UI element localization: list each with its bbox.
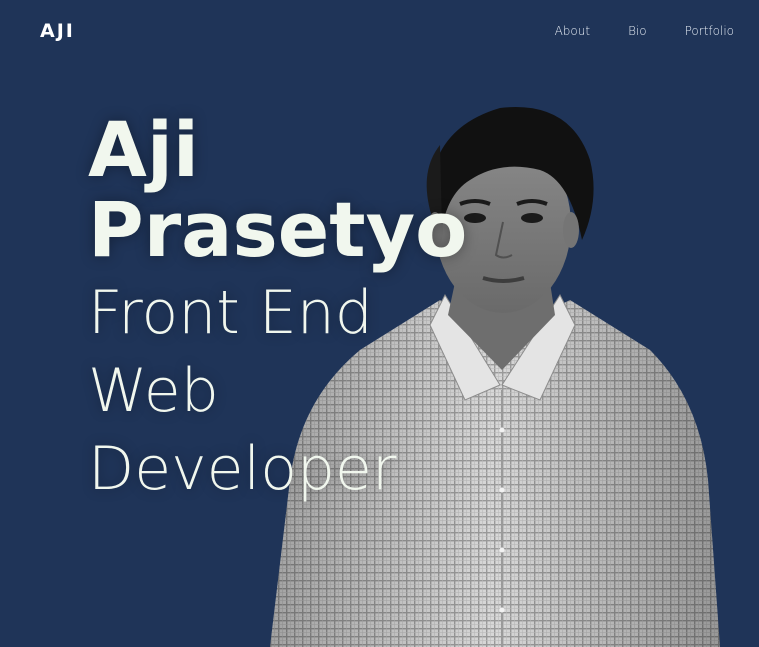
hero-text: Aji Prasetyo Front End Web Developer bbox=[88, 110, 467, 508]
hero-name-last: Prasetyo bbox=[88, 185, 468, 274]
site-logo[interactable]: AJI bbox=[40, 20, 75, 42]
nav-link-portfolio[interactable]: Portfolio bbox=[685, 24, 734, 38]
hero-name: Aji Prasetyo bbox=[88, 110, 467, 270]
hero-role-line-2: Web bbox=[88, 356, 219, 426]
hero-role-line-1: Front End bbox=[88, 278, 373, 348]
hero-role: Front End Web Developer bbox=[88, 274, 467, 508]
top-nav: About Bio Portfolio bbox=[555, 24, 734, 38]
hero-name-first: Aji bbox=[88, 105, 199, 194]
nav-link-bio[interactable]: Bio bbox=[628, 24, 647, 38]
nav-link-about[interactable]: About bbox=[555, 24, 590, 38]
hero-role-line-3: Developer bbox=[88, 434, 397, 504]
